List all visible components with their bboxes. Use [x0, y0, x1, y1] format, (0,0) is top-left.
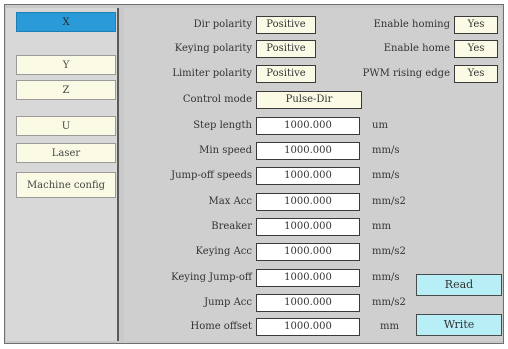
- step-length-label: Step length: [193, 120, 252, 131]
- control-mode-label: Control mode: [182, 94, 252, 105]
- dir-polarity-select[interactable]: Positive: [256, 16, 316, 34]
- sidebar-item-machine-config[interactable]: Machine config: [16, 172, 116, 198]
- enable-home-select[interactable]: Yes: [454, 40, 498, 58]
- axis-settings-panel: Dir polarity Positive Keying polarity Po…: [124, 8, 502, 341]
- breaker-label: Breaker: [211, 221, 252, 232]
- home-offset-unit: mm: [380, 321, 399, 332]
- min-speed-field[interactable]: 1000.000: [256, 142, 360, 160]
- max-acc-label: Max Acc: [208, 196, 252, 207]
- jump-off-speeds-field[interactable]: 1000.000: [256, 167, 360, 185]
- jump-acc-unit: mm/s2: [372, 297, 406, 308]
- keying-jump-off-field[interactable]: 1000.000: [256, 269, 360, 287]
- dir-polarity-label: Dir polarity: [193, 19, 252, 30]
- jump-off-speeds-unit: mm/s: [372, 170, 400, 181]
- pwm-rising-edge-label: PWM rising edge: [362, 68, 450, 79]
- control-mode-select[interactable]: Pulse-Dir: [256, 91, 362, 109]
- sidebar-item-y[interactable]: Y: [16, 55, 116, 75]
- read-button[interactable]: Read: [416, 274, 502, 296]
- pwm-rising-edge-select[interactable]: Yes: [454, 65, 498, 83]
- enable-homing-select[interactable]: Yes: [454, 16, 498, 34]
- keying-acc-label: Keying Acc: [195, 246, 252, 257]
- axis-sidebar: X Y Z U Laser Machine config: [6, 8, 119, 341]
- home-offset-label: Home offset: [190, 321, 252, 332]
- jump-off-speeds-label: Jump-off speeds: [171, 170, 252, 181]
- enable-home-label: Enable home: [383, 43, 450, 54]
- limiter-polarity-select[interactable]: Positive: [256, 65, 316, 83]
- keying-polarity-select[interactable]: Positive: [256, 40, 316, 58]
- keying-acc-field[interactable]: 1000.000: [256, 243, 360, 261]
- home-offset-field[interactable]: 1000.000: [256, 318, 360, 336]
- keying-jump-off-label: Keying Jump-off: [171, 272, 252, 283]
- step-length-field[interactable]: 1000.000: [256, 117, 360, 135]
- max-acc-field[interactable]: 1000.000: [256, 193, 360, 211]
- min-speed-unit: mm/s: [372, 145, 400, 156]
- jump-acc-field[interactable]: 1000.000: [256, 294, 360, 312]
- sidebar-item-u[interactable]: U: [16, 116, 116, 136]
- limiter-polarity-label: Limiter polarity: [172, 68, 252, 79]
- sidebar-item-x[interactable]: X: [16, 12, 116, 32]
- keying-jump-off-unit: mm/s: [372, 272, 400, 283]
- keying-acc-unit: mm/s2: [372, 246, 406, 257]
- write-button[interactable]: Write: [416, 314, 502, 336]
- max-acc-unit: mm/s2: [372, 196, 406, 207]
- sidebar-item-laser[interactable]: Laser: [16, 143, 116, 163]
- min-speed-label: Min speed: [199, 145, 252, 156]
- enable-homing-label: Enable homing: [373, 19, 450, 30]
- step-length-unit: um: [372, 120, 388, 131]
- breaker-unit: mm: [372, 221, 391, 232]
- jump-acc-label: Jump Acc: [204, 297, 252, 308]
- keying-polarity-label: Keying polarity: [174, 43, 252, 54]
- breaker-field[interactable]: 1000.000: [256, 218, 360, 236]
- sidebar-item-z[interactable]: Z: [16, 80, 116, 100]
